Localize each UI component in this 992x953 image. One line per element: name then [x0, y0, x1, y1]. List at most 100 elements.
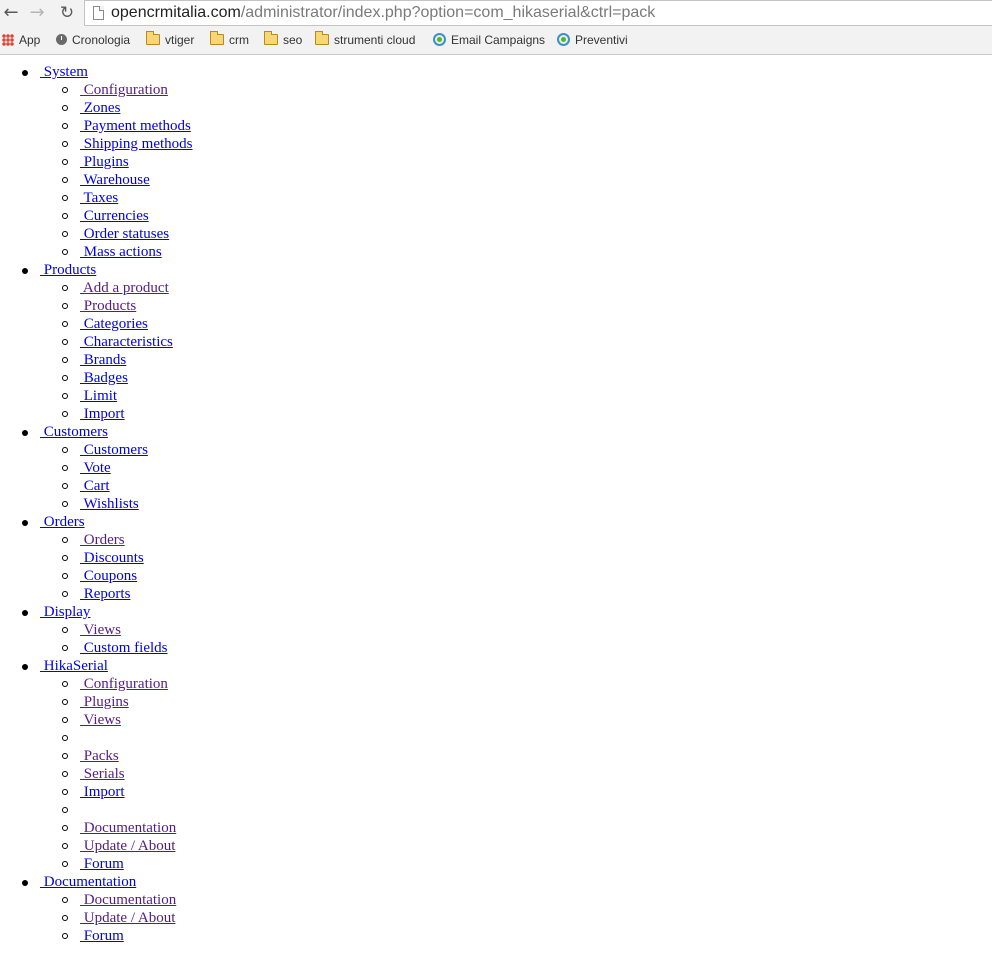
menu-item-link[interactable]: Discounts — [80, 549, 144, 567]
bookmark-app[interactable]: App — [2, 31, 40, 49]
menu-item-link[interactable]: Orders — [80, 531, 125, 549]
address-bar[interactable]: opencrmitalia.com/administrator/index.ph… — [84, 0, 992, 26]
bullet-circle-icon — [62, 177, 68, 183]
menu-item-row: Packs — [0, 747, 992, 765]
bookmark-preventivi[interactable]: Preventivi — [557, 31, 628, 49]
menu-item-row: Order statuses — [0, 225, 992, 243]
menu-section-link[interactable]: Orders — [40, 513, 85, 531]
menu-item-link[interactable]: Characteristics — [80, 333, 173, 351]
menu-item-link[interactable]: Order statuses — [80, 225, 169, 243]
forward-arrow-icon[interactable]: → — [26, 2, 48, 24]
menu-item-row: Characteristics — [0, 333, 992, 351]
bullet-circle-icon — [62, 105, 68, 111]
menu-item-link[interactable]: Shipping methods — [80, 135, 193, 153]
bullet-circle-icon — [62, 933, 68, 939]
menu-item-row: Custom fields — [0, 639, 992, 657]
bookmark-strumenti-cloud[interactable]: strumenti cloud — [315, 31, 415, 49]
bullet-circle-icon — [62, 411, 68, 417]
bullet-circle-icon — [62, 897, 68, 903]
menu-item-row: Views — [0, 621, 992, 639]
bookmark-email-campaigns[interactable]: Email Campaigns — [433, 31, 545, 49]
menu-item-link[interactable]: Documentation — [80, 819, 176, 837]
bullet-circle-icon — [62, 123, 68, 129]
bookmark-seo[interactable]: seo — [264, 31, 302, 49]
menu-section-row: System — [0, 63, 992, 81]
bullet-circle-icon — [62, 501, 68, 507]
bullet-circle-icon — [62, 483, 68, 489]
menu-item-link[interactable]: Import — [80, 783, 125, 801]
menu-section-link[interactable]: Customers — [40, 423, 108, 441]
bullet-circle-icon — [62, 789, 68, 795]
url-path: /administrator/index.php?option=com_hika… — [240, 4, 656, 21]
menu-item-link[interactable]: Wishlists — [80, 495, 138, 513]
menu-item-row: Serials — [0, 765, 992, 783]
bookmark-label: Email Campaigns — [451, 33, 546, 47]
back-arrow-icon[interactable]: ← — [0, 2, 22, 24]
menu-item-link[interactable]: Plugins — [80, 693, 129, 711]
menu-item-link[interactable]: Taxes — [80, 189, 118, 207]
menu-item-link[interactable]: Customers — [80, 441, 148, 459]
folder-icon — [315, 31, 329, 46]
menu-item-row: Coupons — [0, 567, 992, 585]
menu-item-row: Plugins — [0, 693, 992, 711]
menu-item-link[interactable]: Forum — [80, 855, 124, 873]
menu-section-link[interactable]: Documentation — [40, 873, 136, 891]
menu-section-link[interactable]: HikaSerial — [40, 657, 108, 675]
menu-item-link[interactable]: Views — [80, 711, 120, 729]
bullet-circle-icon — [62, 645, 68, 651]
menu-item-link[interactable]: Payment methods — [80, 117, 191, 135]
menu-item-link[interactable]: Currencies — [80, 207, 149, 225]
menu-item-link[interactable]: Add a product — [80, 279, 169, 297]
bullet-disc-icon — [22, 664, 28, 670]
menu-item-link[interactable]: Packs — [80, 747, 119, 765]
menu-item-link[interactable]: Forum — [80, 927, 124, 945]
menu-item-link[interactable]: Mass actions — [80, 243, 162, 261]
menu-item-link[interactable]: Brands — [80, 351, 127, 369]
menu-item-row: Vote — [0, 459, 992, 477]
menu-item-link[interactable]: Configuration — [80, 81, 168, 99]
bullet-circle-icon — [62, 573, 68, 579]
bullet-circle-icon — [62, 213, 68, 219]
menu-item-link[interactable]: Vote — [80, 459, 110, 477]
bullet-circle-icon — [62, 339, 68, 345]
menu-item-link[interactable]: Warehouse — [80, 171, 149, 189]
folder-icon — [264, 31, 278, 46]
menu-item-row: Plugins — [0, 153, 992, 171]
menu-item-link[interactable]: Configuration — [80, 675, 168, 693]
menu-item-link[interactable]: Update / About — [80, 909, 176, 927]
menu-item-link[interactable]: Serials — [80, 765, 125, 783]
menu-section-link[interactable]: Display — [40, 603, 91, 621]
folder-icon — [146, 31, 160, 46]
menu-item-link[interactable]: Zones — [80, 99, 121, 117]
menu-item-link[interactable]: Coupons — [80, 567, 137, 585]
bullet-circle-icon — [62, 447, 68, 453]
menu-item-link[interactable]: Categories — [80, 315, 148, 333]
bullet-circle-icon — [62, 771, 68, 777]
crm-logo-icon — [433, 33, 446, 47]
menu-item-link[interactable]: Products — [80, 297, 137, 315]
menu-item-link[interactable]: Plugins — [80, 153, 129, 171]
menu-item-link[interactable]: Custom fields — [80, 639, 168, 657]
menu-item-link[interactable]: Limit — [80, 387, 117, 405]
menu-item-link[interactable]: Cart — [80, 477, 110, 495]
menu-item-link[interactable]: Documentation — [80, 891, 176, 909]
bookmark-vtiger[interactable]: vtiger — [146, 31, 194, 49]
menu-item-link[interactable]: Update / About — [80, 837, 176, 855]
menu-section-link[interactable]: System — [40, 63, 88, 81]
bookmark-cronologia[interactable]: Cronologia — [56, 31, 130, 49]
menu-item-link[interactable]: Views — [80, 621, 120, 639]
menu-item-row: Add a product — [0, 279, 992, 297]
bullet-circle-icon — [62, 303, 68, 309]
menu-item-link[interactable]: Reports — [80, 585, 131, 603]
menu-section-row: Display — [0, 603, 992, 621]
bookmark-crm[interactable]: crm — [210, 31, 249, 49]
url-text[interactable]: opencrmitalia.com/administrator/index.ph… — [111, 4, 655, 22]
menu-section-row: Products — [0, 261, 992, 279]
menu-item-link[interactable]: Badges — [80, 369, 128, 387]
menu-item-row: Reports — [0, 585, 992, 603]
menu-item-link[interactable]: Import — [80, 405, 125, 423]
menu-item-row: Warehouse — [0, 171, 992, 189]
menu-section-link[interactable]: Products — [40, 261, 97, 279]
reload-icon[interactable]: ↻ — [56, 2, 78, 24]
menu-item-row: Zones — [0, 99, 992, 117]
